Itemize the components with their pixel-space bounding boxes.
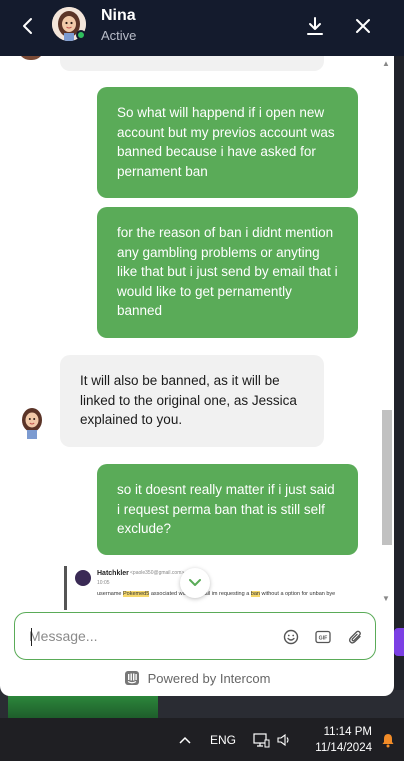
message-composer: GIF bbox=[14, 612, 376, 660]
volume-button[interactable] bbox=[274, 718, 294, 761]
agent-message: It will also be banned, as it will be li… bbox=[60, 355, 324, 447]
powered-by-footer[interactable]: Powered by Intercom bbox=[0, 668, 394, 688]
gif-icon: GIF bbox=[315, 630, 331, 644]
message-input[interactable] bbox=[29, 625, 269, 647]
system-clock[interactable]: 11:14 PM 11/14/2024 bbox=[315, 724, 372, 756]
notifications-button[interactable] bbox=[378, 718, 398, 761]
previous-agent-avatar bbox=[18, 56, 44, 60]
bell-icon bbox=[382, 733, 394, 747]
close-icon bbox=[356, 19, 370, 33]
network-button[interactable] bbox=[250, 718, 272, 761]
email-screenshot-attachment[interactable]: Hatchkler <paole350@gmail.com> 10:05 use… bbox=[64, 566, 370, 610]
windows-taskbar: ENG 11:14 PM 11/14/2024 bbox=[0, 718, 404, 761]
intercom-logo-icon bbox=[124, 671, 139, 685]
show-hidden-icons-button[interactable] bbox=[174, 718, 196, 761]
agent-message-avatar bbox=[18, 405, 46, 439]
language-indicator[interactable]: ENG bbox=[206, 718, 240, 761]
attachment-email-line: username Pokemed5 associated with this m… bbox=[97, 591, 335, 597]
scroll-to-bottom-button[interactable] bbox=[180, 568, 210, 598]
attachment-highlight-username: Pokemed5 bbox=[123, 591, 150, 597]
attach-file-button[interactable] bbox=[343, 625, 367, 649]
chat-panel: So what will happend if i open new accou… bbox=[0, 56, 394, 696]
agent-name: Nina bbox=[101, 7, 136, 24]
scrollbar-thumb[interactable] bbox=[382, 410, 392, 545]
text-caret bbox=[31, 628, 32, 646]
agent-status: Active bbox=[101, 28, 137, 43]
emoji-icon bbox=[283, 629, 299, 645]
attachment-icon bbox=[348, 630, 361, 644]
attachment-text-start: username bbox=[97, 591, 123, 597]
user-message: So what will happend if i open new accou… bbox=[97, 87, 358, 198]
download-button[interactable] bbox=[301, 12, 329, 40]
attachment-sender-email: <paole350@gmail.com> bbox=[130, 570, 185, 576]
svg-text:GIF: GIF bbox=[319, 636, 328, 642]
close-button[interactable] bbox=[349, 12, 377, 40]
attachment-sender-avatar bbox=[75, 570, 91, 586]
clock-date: 11/14/2024 bbox=[315, 742, 372, 754]
agent-avatar-image bbox=[22, 408, 42, 439]
previous-agent-message bbox=[60, 56, 324, 71]
chat-scrollbar[interactable]: ▲ ▼ bbox=[381, 56, 392, 606]
chevron-up-icon bbox=[179, 736, 191, 744]
attachment-text-end: without a option for unban bye bbox=[259, 591, 336, 597]
gif-button[interactable]: GIF bbox=[311, 625, 335, 649]
user-message: for the reason of ban i didnt mention an… bbox=[97, 207, 358, 338]
chevron-left-icon bbox=[23, 18, 32, 34]
online-status-dot bbox=[76, 30, 86, 40]
clock-time: 11:14 PM bbox=[323, 726, 372, 738]
download-icon bbox=[307, 17, 323, 35]
emoji-button[interactable] bbox=[279, 625, 303, 649]
attachment-highlight-ban: ban bbox=[250, 591, 260, 597]
user-message: so it doesnt really matter if i just sai… bbox=[97, 464, 358, 555]
chat-header: Nina Active bbox=[0, 0, 404, 56]
network-icon bbox=[253, 732, 270, 747]
chevron-down-icon bbox=[189, 579, 201, 586]
volume-icon bbox=[277, 733, 289, 746]
attachment-sender-name: Hatchkler bbox=[97, 570, 129, 577]
back-button[interactable] bbox=[14, 12, 42, 40]
attachment-time: 10:05 bbox=[97, 580, 110, 586]
background-purple-tab bbox=[394, 628, 404, 656]
scroll-down-arrow-icon[interactable]: ▼ bbox=[382, 594, 390, 603]
powered-by-text: Powered by Intercom bbox=[147, 670, 271, 686]
scroll-up-arrow-icon[interactable]: ▲ bbox=[382, 59, 390, 68]
